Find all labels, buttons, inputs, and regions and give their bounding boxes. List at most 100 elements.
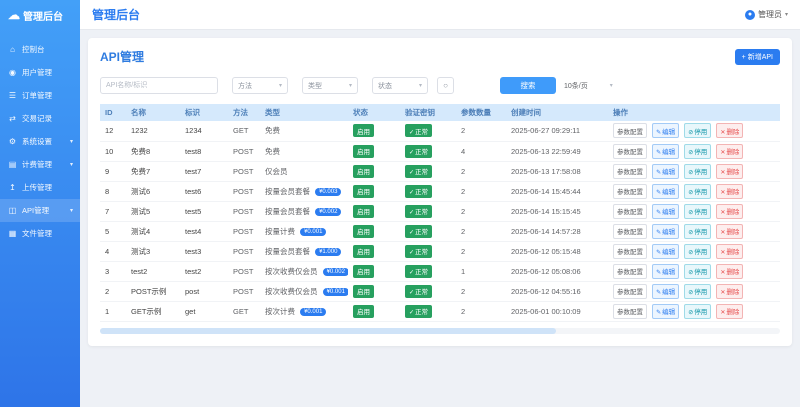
disable-button[interactable]: ⊘停用 <box>684 243 712 259</box>
params-config-button[interactable]: 参数配置 <box>613 183 647 199</box>
edit-button[interactable]: ✎编辑 <box>652 143 680 159</box>
verify-badge: ✓正常 <box>405 304 433 318</box>
disable-button[interactable]: ⊘停用 <box>684 163 712 179</box>
type-select[interactable]: 类型 ▾ <box>302 77 358 94</box>
params-config-button[interactable]: 参数配置 <box>613 203 647 219</box>
edit-button[interactable]: ✎编辑 <box>652 303 680 319</box>
chevron-down-icon: ▾ <box>418 83 422 89</box>
table-row: 2 POST示例 post POST 按次收费仅会员 ¥0.001 启用 ✓正常… <box>100 281 780 302</box>
sidebar-item-transactions[interactable]: ⇄ 交易记录 <box>0 107 80 130</box>
add-api-button[interactable]: + 新增API <box>734 48 780 65</box>
disable-button[interactable]: ⊘停用 <box>684 183 712 199</box>
edit-button[interactable]: ✎编辑 <box>652 263 680 279</box>
price-badge: ¥1.000 <box>315 247 342 256</box>
verify-badge: ✓正常 <box>405 124 433 138</box>
sidebar-item-settings[interactable]: ⚙ 系统设置 ▾ <box>0 130 80 153</box>
edit-icon: ✎ <box>656 129 662 136</box>
check-icon: ✓ <box>409 290 415 296</box>
edit-button[interactable]: ✎编辑 <box>652 123 680 139</box>
sidebar-item-users[interactable]: ◉ 用户管理 <box>0 61 80 84</box>
delete-button[interactable]: ✕删除 <box>716 143 744 159</box>
search-button[interactable]: 搜索 <box>500 77 556 94</box>
params-config-button[interactable]: 参数配置 <box>613 163 647 179</box>
disable-button[interactable]: ⊘停用 <box>684 263 712 279</box>
table-row: 7 测试5 test5 POST 按量会员套餐 ¥0.002 启用 ✓正常 2 … <box>100 201 780 222</box>
status-badge: 启用 <box>353 184 374 198</box>
params-config-button[interactable]: 参数配置 <box>613 303 647 319</box>
verify-badge: ✓正常 <box>405 204 433 218</box>
sidebar: ☁ 管理后台 ⌂ 控制台 ◉ 用户管理 ☰ 订单管理 ⇄ 交易记录 ⚙ 系统设置… <box>0 0 80 407</box>
transactions-icon: ⇄ <box>9 114 16 123</box>
check-icon: ✓ <box>409 210 415 216</box>
disable-button[interactable]: ⊘停用 <box>684 123 712 139</box>
params-config-button[interactable]: 参数配置 <box>613 143 647 159</box>
api-table: ID 名称 标识 方法 类型 状态 验证密钥 参数数量 创建时间 操作 12 1232 1234 … <box>100 104 780 322</box>
delete-button[interactable]: ✕删除 <box>716 163 744 179</box>
disable-button[interactable]: ⊘停用 <box>684 143 712 159</box>
disable-icon: ⊘ <box>688 230 694 236</box>
sidebar-item-dashboard[interactable]: ⌂ 控制台 <box>0 38 80 61</box>
upload-icon: ↥ <box>9 183 16 192</box>
edit-button[interactable]: ✎编辑 <box>652 283 680 299</box>
horizontal-scrollbar-thumb[interactable] <box>100 327 556 334</box>
delete-button[interactable]: ✕删除 <box>716 203 744 219</box>
chevron-down-icon: ▾ <box>784 12 788 18</box>
sidebar-item-orders[interactable]: ☰ 订单管理 <box>0 84 80 107</box>
keyword-search-input[interactable] <box>100 77 218 94</box>
edit-icon: ✎ <box>656 250 662 256</box>
chevron-down-icon: ▾ <box>69 208 73 214</box>
params-config-button[interactable]: 参数配置 <box>613 243 647 259</box>
disable-button[interactable]: ⊘停用 <box>684 303 712 319</box>
delete-icon: ✕ <box>720 270 726 276</box>
filter-bar: 方法 ▾ 类型 ▾ 状态 ▾ ○ 搜索 10条/页 ▾ <box>100 77 780 94</box>
edit-button[interactable]: ✎编辑 <box>652 163 680 179</box>
status-badge: 启用 <box>353 304 374 318</box>
params-config-button[interactable]: 参数配置 <box>613 123 647 139</box>
sidebar-item-files[interactable]: ▦ 文件管理 <box>0 222 80 245</box>
user-menu[interactable]: ● 管理员 ▾ <box>744 9 788 20</box>
disable-button[interactable]: ⊘停用 <box>684 283 712 299</box>
reset-button[interactable]: ○ <box>437 77 454 94</box>
edit-button[interactable]: ✎编辑 <box>652 183 680 199</box>
status-select[interactable]: 状态 ▾ <box>372 77 428 94</box>
delete-button[interactable]: ✕删除 <box>716 223 744 239</box>
check-icon: ✓ <box>409 150 415 156</box>
topbar-title: 管理后台 <box>92 8 141 22</box>
sidebar-item-api[interactable]: ◫ API管理 ▾ <box>0 199 80 222</box>
params-config-button[interactable]: 参数配置 <box>613 283 647 299</box>
delete-button[interactable]: ✕删除 <box>716 283 744 299</box>
params-config-button[interactable]: 参数配置 <box>613 223 647 239</box>
column-header: 验证密钥 <box>400 104 456 121</box>
disable-icon: ⊘ <box>688 170 694 176</box>
edit-icon: ✎ <box>656 310 662 316</box>
api-type-label: 按次计费 <box>265 306 295 316</box>
edit-button[interactable]: ✎编辑 <box>652 203 680 219</box>
cloud-icon: ☁ <box>8 8 20 22</box>
disable-icon: ⊘ <box>688 270 694 276</box>
chevron-down-icon: ▾ <box>348 83 352 89</box>
method-select[interactable]: 方法 ▾ <box>232 77 288 94</box>
delete-button[interactable]: ✕删除 <box>716 263 744 279</box>
status-badge: 启用 <box>353 144 374 158</box>
delete-button[interactable]: ✕删除 <box>716 243 744 259</box>
delete-icon: ✕ <box>720 170 726 176</box>
status-badge: 启用 <box>353 204 374 218</box>
sidebar-item-upload[interactable]: ↥ 上传管理 <box>0 176 80 199</box>
disable-button[interactable]: ⊘停用 <box>684 223 712 239</box>
check-icon: ✓ <box>409 129 415 136</box>
api-type-label: 按量会员套餐 <box>265 186 310 196</box>
disable-button[interactable]: ⊘停用 <box>684 203 712 219</box>
delete-button[interactable]: ✕删除 <box>716 303 744 319</box>
edit-icon: ✎ <box>656 210 662 216</box>
table-row: 5 测试4 test4 POST 按量计费 ¥0.001 启用 ✓正常 2 20… <box>100 221 780 242</box>
edit-button[interactable]: ✎编辑 <box>652 223 680 239</box>
delete-button[interactable]: ✕删除 <box>716 183 744 199</box>
delete-button[interactable]: ✕删除 <box>716 123 744 139</box>
page-size-select[interactable]: 10条/页 ▾ <box>564 81 613 91</box>
sidebar-item-billing[interactable]: ▤ 计费管理 ▾ <box>0 153 80 176</box>
table-row: 8 测试6 test6 POST 按量会员套餐 ¥0.003 启用 ✓正常 2 … <box>100 181 780 202</box>
column-header: 方法 <box>228 104 260 121</box>
edit-button[interactable]: ✎编辑 <box>652 243 680 259</box>
params-config-button[interactable]: 参数配置 <box>613 263 647 279</box>
sidebar-menu: ⌂ 控制台 ◉ 用户管理 ☰ 订单管理 ⇄ 交易记录 ⚙ 系统设置 ▾ ▤ 计费… <box>0 38 80 245</box>
